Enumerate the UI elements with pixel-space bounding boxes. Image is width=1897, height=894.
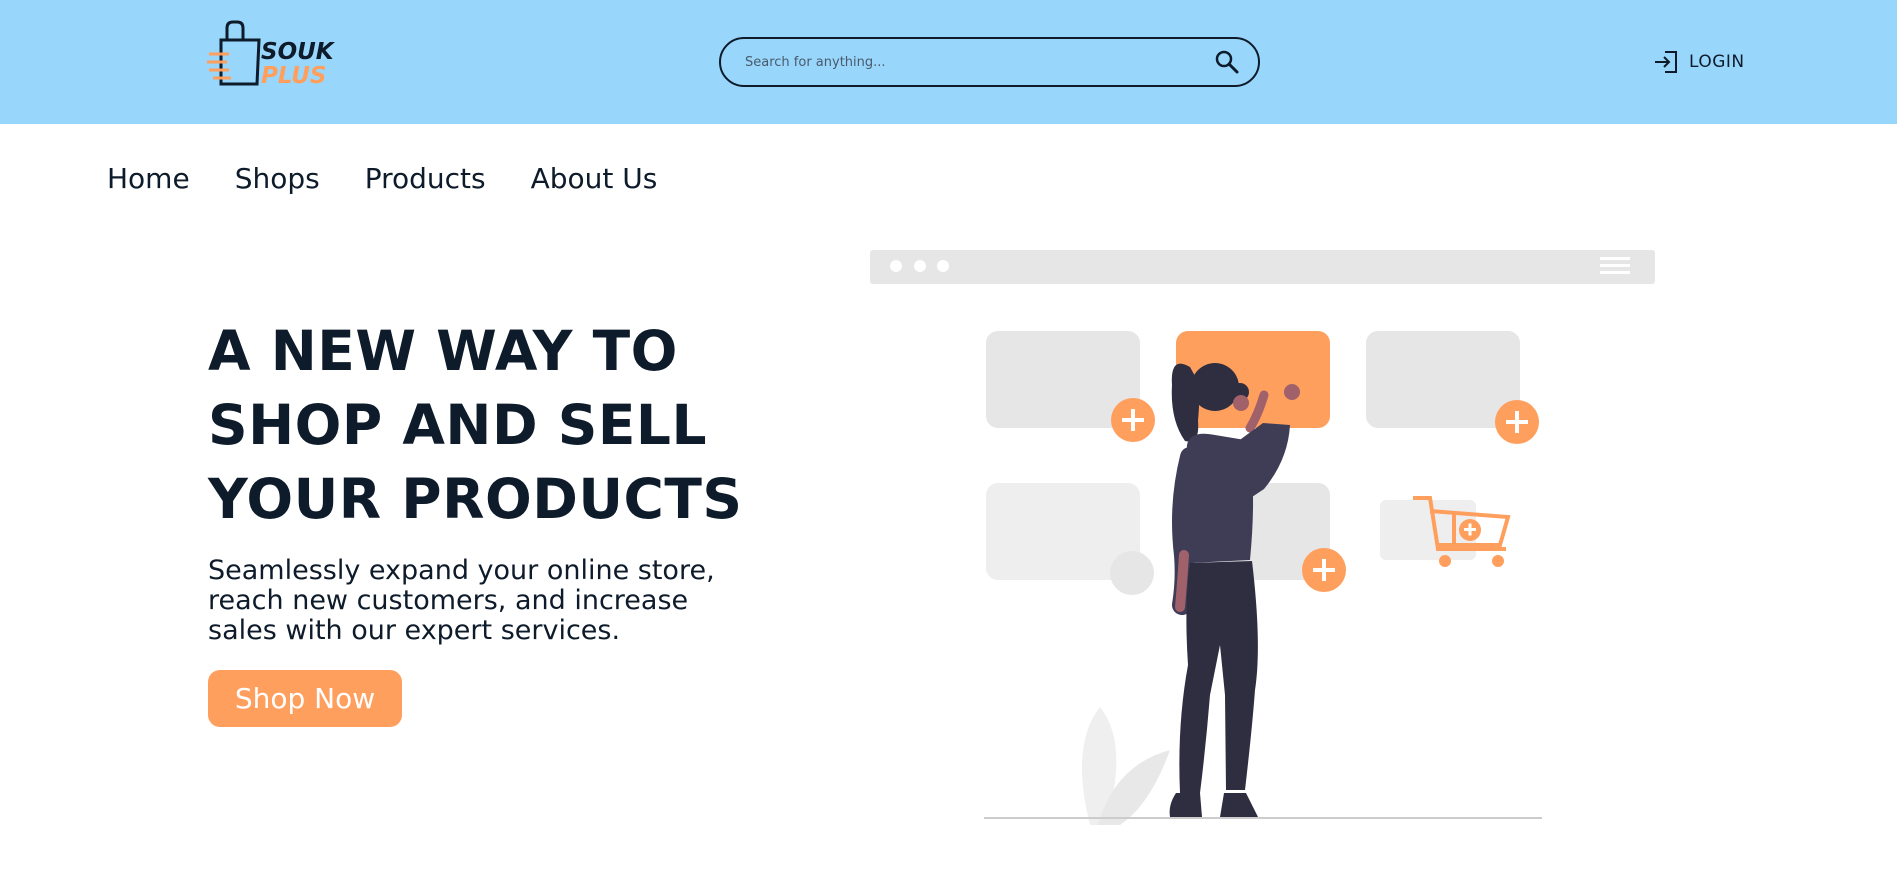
souk-plus-logo[interactable]: SOUK PLUS xyxy=(207,20,337,90)
nav-item-shops[interactable]: Shops xyxy=(235,162,320,195)
search-bar xyxy=(719,37,1260,87)
login-label: LOGIN xyxy=(1689,52,1745,72)
hero-title: A NEW WAY TO SHOP AND SELL YOUR PRODUCTS xyxy=(208,314,768,536)
logo-wordmark: SOUK PLUS xyxy=(261,40,334,88)
hero-subtitle: Seamlessly expand your online store, rea… xyxy=(208,556,768,646)
hero-title-line: YOUR PRODUCTS xyxy=(208,467,743,531)
plant-icon xyxy=(1082,707,1170,825)
hero-subtitle-line: Seamlessly expand your online store, xyxy=(208,555,715,586)
nav-item-about-us[interactable]: About Us xyxy=(531,162,658,195)
hero-title-line: A NEW WAY TO xyxy=(208,319,678,383)
top-header: SOUK PLUS LOGIN xyxy=(0,0,1897,124)
main-nav: Home Shops Products About Us xyxy=(107,162,657,195)
plus-icon xyxy=(1302,548,1346,592)
window-dot xyxy=(914,260,926,272)
login-icon xyxy=(1655,51,1677,73)
hamburger-menu-icon xyxy=(1600,257,1630,274)
hero-title-line: SHOP AND SELL xyxy=(208,393,708,457)
plus-icon xyxy=(1495,400,1539,444)
hero-subtitle-line: sales with our expert services. xyxy=(208,615,621,646)
nav-item-products[interactable]: Products xyxy=(365,162,486,195)
shopping-bag-icon xyxy=(207,20,261,86)
nav-item-home[interactable]: Home xyxy=(107,162,190,195)
browser-bar xyxy=(870,250,1655,284)
search-input[interactable] xyxy=(745,51,1185,73)
hero-illustration xyxy=(870,250,1655,825)
window-dot xyxy=(890,260,902,272)
search-button[interactable] xyxy=(1214,49,1240,75)
window-dot xyxy=(937,260,949,272)
logo-line-plus: PLUS xyxy=(261,63,327,89)
hero-subtitle-line: reach new customers, and increase xyxy=(208,585,689,616)
plus-icon xyxy=(1111,398,1155,442)
placeholder-circle xyxy=(1110,551,1154,595)
woman-figure xyxy=(1169,363,1300,817)
login-button[interactable]: LOGIN xyxy=(1653,48,1745,76)
search-icon xyxy=(1215,50,1239,74)
shop-now-button[interactable]: Shop Now xyxy=(208,670,402,727)
logo-line-souk: SOUK xyxy=(261,39,334,65)
